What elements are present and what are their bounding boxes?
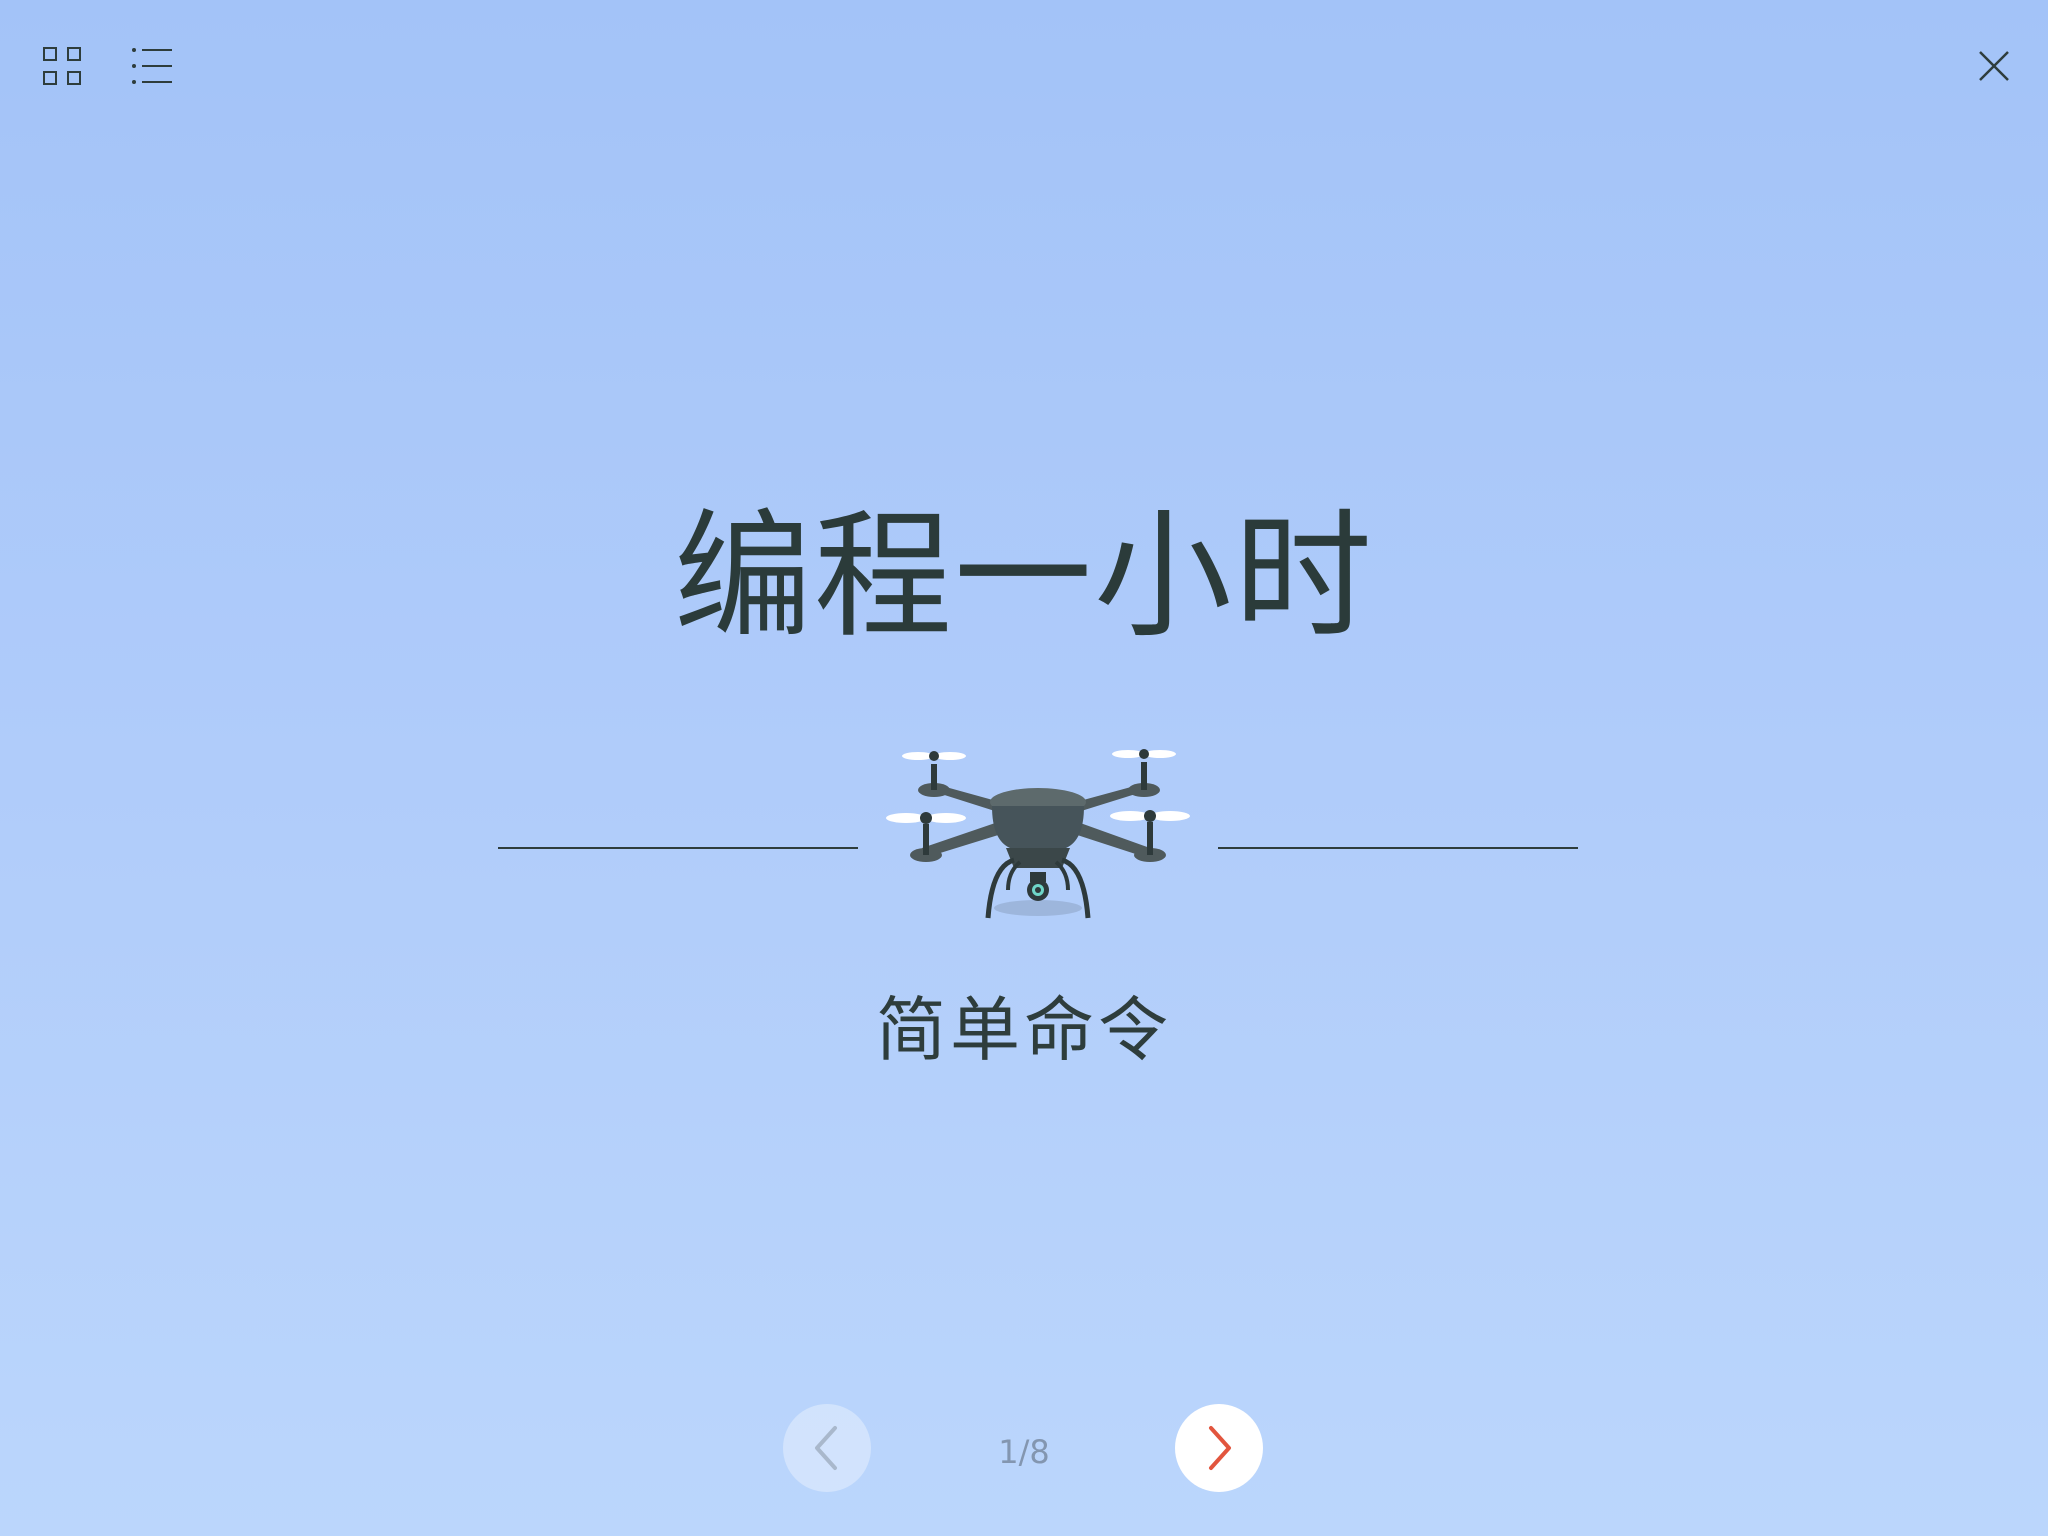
chevron-right-icon — [1209, 1426, 1231, 1470]
list-icon — [132, 48, 172, 84]
slide-title: 编程一小时 — [673, 496, 1374, 657]
grid-icon — [43, 47, 81, 85]
divider-left — [498, 847, 858, 849]
page-indicator: 1/8 — [998, 1433, 1050, 1471]
grid-view-button[interactable] — [38, 42, 86, 90]
slide-subtitle: 简单命令 — [876, 989, 1172, 1071]
close-button[interactable] — [1970, 42, 2018, 90]
close-icon — [1979, 51, 2009, 81]
list-view-button[interactable] — [128, 42, 176, 90]
divider-right — [1218, 847, 1578, 849]
drone-illustration — [886, 749, 1190, 919]
next-button[interactable] — [1175, 1404, 1263, 1492]
